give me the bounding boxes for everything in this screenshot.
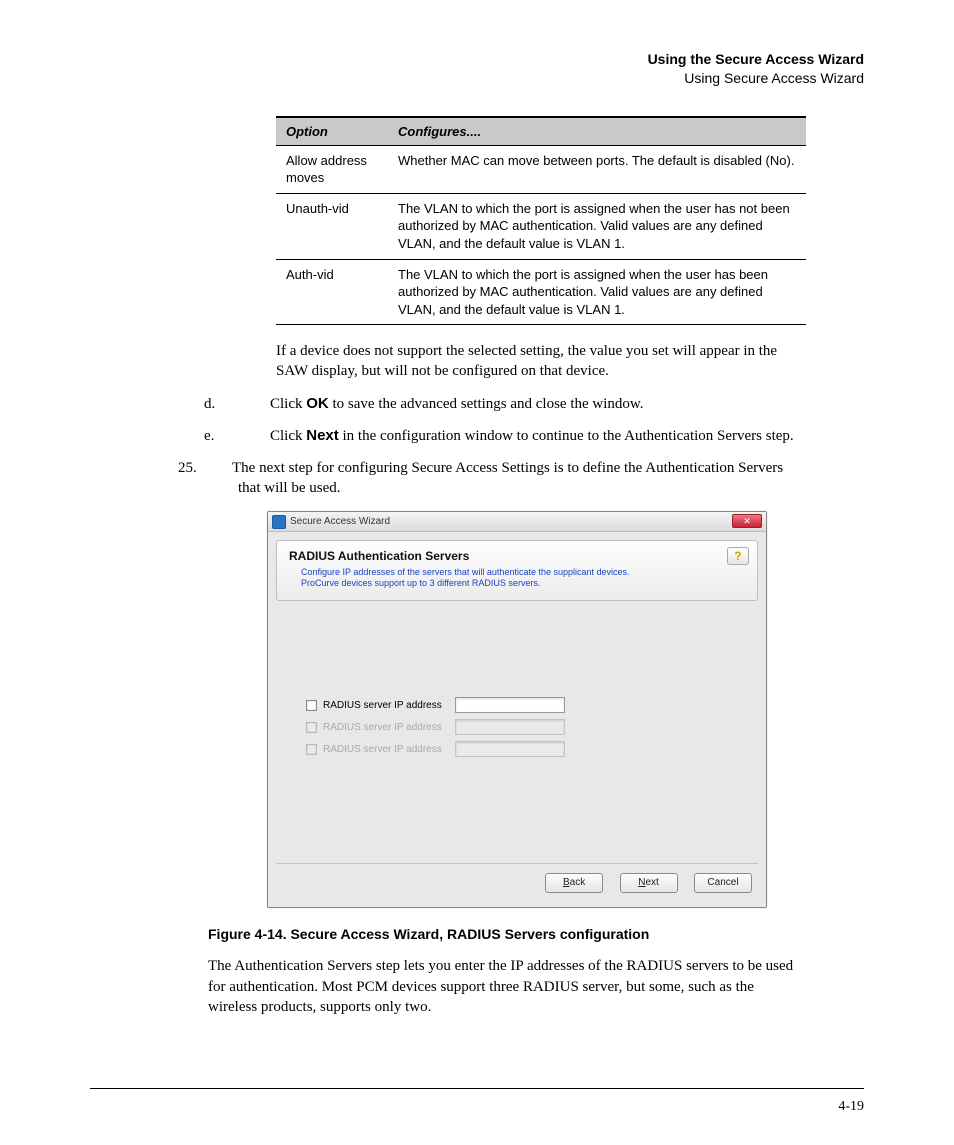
step-text-pre: Click (270, 396, 306, 412)
alpha-steps: d.Click OK to save the advanced settings… (240, 394, 806, 447)
after-figure-paragraph: The Authentication Servers step lets you… (208, 956, 806, 1018)
table-header-configures: Configures.... (388, 117, 806, 146)
step-text: The next step for configuring Secure Acc… (232, 460, 783, 496)
back-button[interactable]: Back (545, 873, 603, 893)
wizard-dialog: Secure Access Wizard ✕ ? RADIUS Authenti… (267, 511, 767, 908)
paragraph: If a device does not support the selecte… (276, 341, 806, 382)
cell-option: Auth-vid (276, 259, 388, 325)
step-text-post: to save the advanced settings and close … (329, 396, 644, 412)
step-d: d.Click OK to save the advanced settings… (240, 394, 806, 414)
window-title: Secure Access Wizard (290, 516, 390, 527)
radius-ip-input (455, 719, 565, 735)
page-header: Using the Secure Access Wizard Using Sec… (90, 50, 864, 88)
step-25: 25.The next step for configuring Secure … (208, 458, 806, 499)
table-row: Unauth-vid The VLAN to which the port is… (276, 193, 806, 259)
radius-ip-input (455, 741, 565, 757)
radius-label: RADIUS server IP address (323, 722, 455, 733)
wizard-titlebar[interactable]: Secure Access Wizard ✕ (268, 512, 766, 532)
wizard-panel-title: RADIUS Authentication Servers (289, 549, 747, 563)
radius-row-3: RADIUS server IP address (306, 741, 758, 757)
desc-line2: ProCurve devices support up to 3 differe… (301, 578, 540, 588)
step-bold: Next (306, 427, 339, 444)
page-number: 4-19 (838, 1099, 864, 1115)
step-marker: e. (240, 426, 270, 446)
after-table-paragraph: If a device does not support the selecte… (276, 341, 806, 382)
step-text-post: in the configuration window to continue … (339, 428, 794, 444)
radius-row-1: RADIUS server IP address (306, 697, 758, 713)
close-icon[interactable]: ✕ (732, 514, 762, 528)
cell-option: Unauth-vid (276, 193, 388, 259)
cell-desc: The VLAN to which the port is assigned w… (388, 193, 806, 259)
radius-ip-input[interactable] (455, 697, 565, 713)
radius-label: RADIUS server IP address (323, 700, 455, 711)
wizard-panel-desc: Configure IP addresses of the servers th… (289, 567, 747, 590)
back-label-rest: ack (570, 877, 586, 888)
footer-rule (90, 1088, 864, 1089)
cell-option: Allow address moves (276, 145, 388, 193)
next-label-rest: ext (645, 877, 658, 888)
table-row: Allow address moves Whether MAC can move… (276, 145, 806, 193)
checkbox-icon (306, 722, 317, 733)
help-icon[interactable]: ? (727, 547, 749, 565)
app-icon (272, 515, 286, 529)
cancel-button[interactable]: Cancel (694, 873, 752, 893)
step-text-pre: Click (270, 428, 306, 444)
header-subtitle: Using Secure Access Wizard (90, 69, 864, 88)
next-button[interactable]: Next (620, 873, 678, 893)
step-bold: OK (306, 395, 329, 412)
options-table: Option Configures.... Allow address move… (276, 116, 806, 325)
step-e: e.Click Next in the configuration window… (240, 426, 806, 446)
table-header-option: Option (276, 117, 388, 146)
checkbox-icon (306, 744, 317, 755)
step-marker: 25. (208, 458, 232, 478)
checkbox-icon[interactable] (306, 700, 317, 711)
step-marker: d. (240, 394, 270, 414)
table-row: Auth-vid The VLAN to which the port is a… (276, 259, 806, 325)
numeric-steps: 25.The next step for configuring Secure … (208, 458, 806, 499)
figure-caption: Figure 4-14. Secure Access Wizard, RADIU… (208, 926, 864, 942)
radius-row-2: RADIUS server IP address (306, 719, 758, 735)
desc-line1: Configure IP addresses of the servers th… (301, 567, 630, 577)
radius-label: RADIUS server IP address (323, 744, 455, 755)
header-title: Using the Secure Access Wizard (90, 50, 864, 69)
wizard-header-panel: ? RADIUS Authentication Servers Configur… (276, 540, 758, 601)
wizard-footer: Back Next Cancel (276, 863, 758, 899)
cell-desc: Whether MAC can move between ports. The … (388, 145, 806, 193)
wizard-body: RADIUS server IP address RADIUS server I… (276, 605, 758, 863)
cell-desc: The VLAN to which the port is assigned w… (388, 259, 806, 325)
